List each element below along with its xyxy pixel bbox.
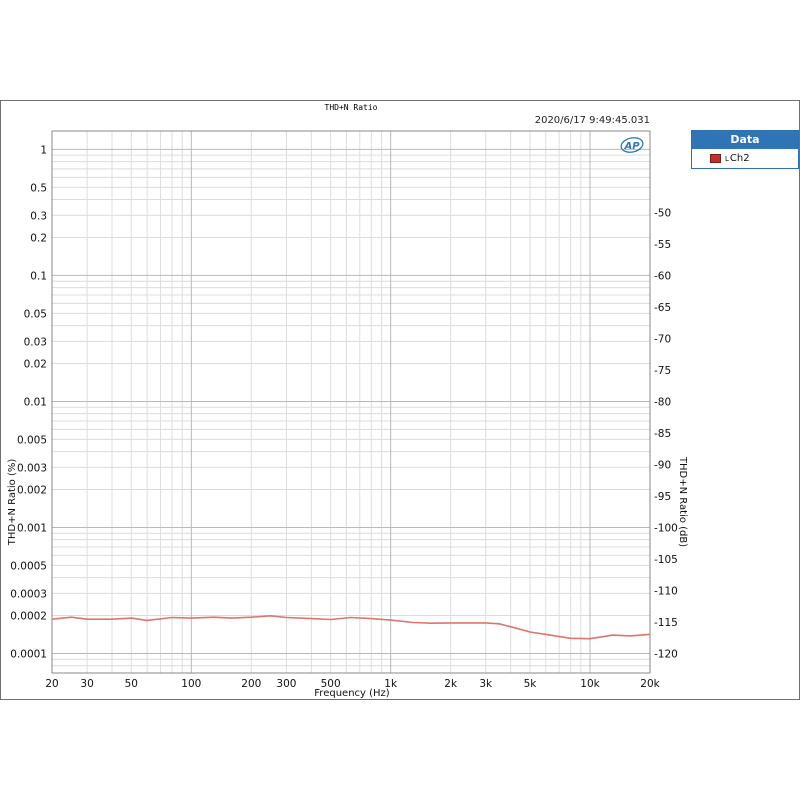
x-tick-label: 3k (479, 678, 493, 690)
y-tick-label-right: -70 (654, 333, 671, 345)
series-line-ch2 (51, 614, 651, 640)
y-tick-label-left: 0.0002 (10, 611, 47, 623)
y-tick-label-left: 0.01 (24, 396, 47, 408)
y-tick-label-right: -50 (654, 207, 671, 219)
x-tick-label: 100 (181, 678, 201, 690)
y-tick-label-right: -120 (654, 648, 678, 660)
y-tick-labels-left: 1 0.5 0.3 0.2 0.1 0.05 0.03 0.02 0.01 0.005 0.003 0… (10, 144, 47, 660)
y-tick-label-right: -85 (654, 428, 671, 440)
x-tick-label: 300 (276, 678, 296, 690)
legend-entry-ch2[interactable]: L Ch2 (692, 149, 798, 168)
graph-frame: THD+N Ratio 2020/6/17 9:49:45.031 AP 20 3… (0, 100, 800, 700)
y-tick-label-left: 0.0003 (10, 588, 47, 600)
x-tick-label: 50 (125, 678, 138, 690)
x-tick-label: 200 (241, 678, 261, 690)
y-tick-label-left: 0.0005 (10, 560, 47, 572)
y-tick-label-right: -80 (654, 396, 671, 408)
y-tick-label-left: 0.3 (30, 210, 47, 222)
x-tick-label: 20 (45, 678, 58, 690)
y-tick-label-left: 0.03 (24, 336, 47, 348)
y-tick-label-left: 0.2 (30, 232, 47, 244)
y-tick-label-right: -105 (654, 554, 678, 566)
y-tick-label-left: 0.5 (30, 182, 47, 194)
y-tick-labels-right: -50 -55 -60 -65 -70 -75 -80 -85 -90 -95 -100 -105 -1… (654, 207, 678, 660)
y-tick-label-right: -60 (654, 270, 671, 282)
legend-panel: Data L Ch2 (691, 130, 799, 169)
x-tick-label: 5k (524, 678, 538, 690)
x-tick-label: 10k (580, 678, 600, 690)
y-tick-label-left: 0.005 (17, 434, 47, 446)
legend-title: Data (692, 131, 798, 149)
plot-area (51, 130, 651, 674)
grid-minor (52, 131, 650, 674)
y-tick-label-left: 0.02 (24, 359, 47, 371)
y-tick-label-left: 0.05 (24, 308, 47, 320)
y-tick-label-right: -110 (654, 585, 678, 597)
y-tick-label-left: 0.001 (17, 522, 47, 534)
grid-major (52, 131, 650, 673)
legend-label: Ch2 (729, 153, 750, 164)
y-tick-label-right: -55 (654, 239, 671, 251)
timestamp: 2020/6/17 9:49:45.031 (535, 115, 650, 126)
x-tick-label: 20k (640, 678, 660, 690)
y-tick-label-right: -65 (654, 302, 671, 314)
y-axis-label-left: THD+N Ratio (%) (7, 459, 18, 547)
y-tick-label-left: 0.003 (17, 462, 47, 474)
x-axis-label: Frequency (Hz) (314, 688, 390, 699)
x-tick-label: 30 (80, 678, 93, 690)
y-tick-label-left: 0.0001 (10, 648, 47, 660)
chart-title: THD+N Ratio (325, 103, 378, 112)
y-tick-label-right: -95 (654, 491, 671, 503)
y-axis-label-right: THD+N Ratio (dB) (677, 456, 688, 547)
legend-channel-prefix: L (725, 154, 729, 163)
x-tick-label: 2k (444, 678, 458, 690)
ap-logo: AP (620, 137, 644, 153)
y-tick-label-right: -75 (654, 365, 671, 377)
series-layer (51, 614, 651, 640)
y-tick-label-left: 1 (40, 144, 47, 156)
y-tick-label-right: -90 (654, 459, 671, 471)
y-tick-label-right: -100 (654, 522, 678, 534)
ap-logo-text: AP (623, 141, 640, 152)
y-tick-label-left: 0.1 (30, 270, 47, 282)
y-tick-label-right: -115 (654, 617, 678, 629)
thd-n-chart: THD+N Ratio 2020/6/17 9:49:45.031 AP 20 3… (7, 103, 688, 699)
legend-color-swatch (710, 154, 721, 163)
y-tick-label-left: 0.002 (17, 485, 47, 497)
